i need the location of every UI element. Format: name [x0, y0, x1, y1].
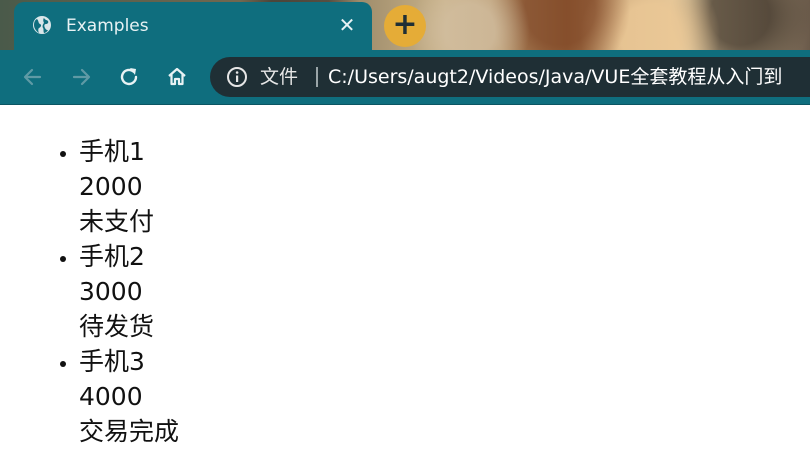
list-item: 手机1 2000 未支付 — [79, 134, 179, 239]
product-price: 4000 — [79, 382, 143, 411]
product-price: 2000 — [79, 172, 143, 201]
list-item: 手机3 4000 交易完成 — [79, 344, 179, 449]
product-status: 交易完成 — [79, 417, 180, 446]
url-text[interactable]: C:/Users/augt2/Videos/Java/VUE全套教程从入门到 — [328, 65, 782, 89]
close-icon[interactable]: ✕ — [336, 14, 358, 36]
globe-icon — [33, 16, 51, 34]
product-name: 手机3 — [79, 347, 145, 376]
reload-icon[interactable] — [116, 64, 142, 90]
product-status: 待发货 — [79, 312, 155, 341]
info-icon[interactable] — [226, 66, 248, 88]
page-content: 手机1 2000 未支付 手机2 3000 待发货 手机3 4000 交易完成 — [0, 105, 810, 464]
tab-strip: Examples ✕ + — [0, 0, 810, 50]
product-list: 手机1 2000 未支付 手机2 3000 待发货 手机3 4000 交易完成 — [0, 134, 179, 449]
address-separator — [316, 67, 318, 87]
forward-arrow-icon[interactable] — [68, 64, 94, 90]
tab-title: Examples — [66, 16, 149, 36]
browser-toolbar: 文件 C:/Users/augt2/Videos/Java/VUE全套教程从入门… — [0, 50, 810, 104]
product-status: 未支付 — [79, 207, 155, 236]
list-item: 手机2 3000 待发货 — [79, 239, 179, 344]
home-icon[interactable] — [164, 64, 190, 90]
new-tab-button[interactable]: + — [384, 5, 426, 47]
product-name: 手机2 — [79, 242, 145, 271]
scheme-label: 文件 — [260, 66, 299, 88]
product-price: 3000 — [79, 277, 143, 306]
back-arrow-icon[interactable] — [20, 64, 46, 90]
address-bar[interactable]: 文件 C:/Users/augt2/Videos/Java/VUE全套教程从入门… — [210, 57, 810, 97]
product-name: 手机1 — [79, 137, 145, 166]
tab-examples[interactable]: Examples ✕ — [14, 2, 372, 50]
